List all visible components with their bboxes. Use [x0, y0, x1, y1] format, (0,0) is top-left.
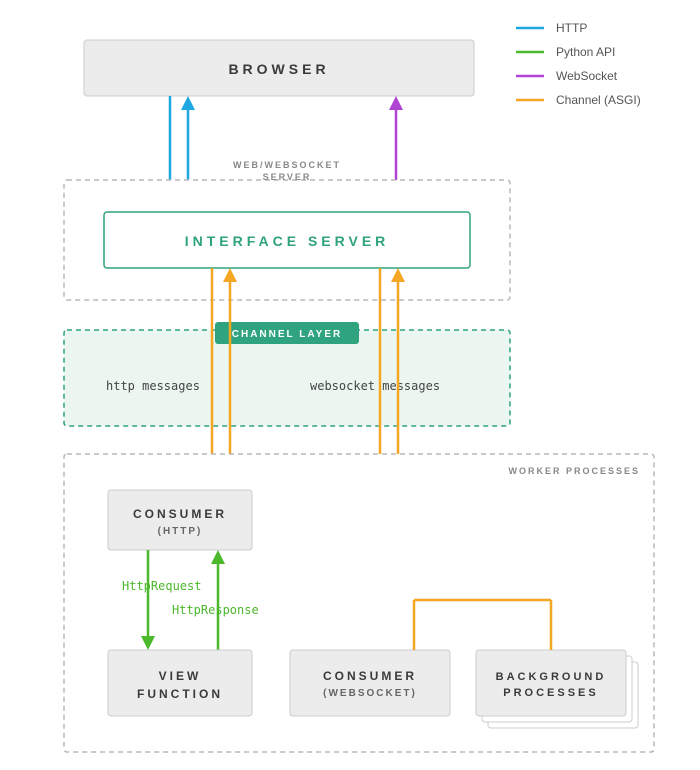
webserver-section-label-2: SERVER: [263, 172, 312, 182]
websocket-messages-label: websocket messages: [310, 379, 440, 393]
background-label-2: PROCESSES: [503, 687, 598, 699]
legend-websocket-label: WebSocket: [556, 69, 618, 83]
consumer-ws-sub: (WEBSOCKET): [323, 688, 417, 699]
consumer-http-sub: (HTTP): [158, 526, 203, 537]
background-box: [476, 650, 626, 716]
consumer-ws-title: CONSUMER: [323, 669, 417, 683]
legend: HTTP Python API WebSocket Channel (ASGI): [516, 21, 641, 107]
legend-channel-label: Channel (ASGI): [556, 93, 641, 107]
http-request-label: HttpRequest: [122, 579, 201, 593]
view-function-label-1: VIEW: [159, 669, 202, 683]
legend-http-label: HTTP: [556, 21, 587, 35]
consumer-ws-box: [290, 650, 450, 716]
consumer-http-title: CONSUMER: [133, 507, 227, 521]
http-response-label: HttpResponse: [172, 603, 259, 617]
view-function-box: [108, 650, 252, 716]
view-function-label-2: FUNCTION: [137, 687, 223, 701]
interface-server-label: INTERFACE SERVER: [185, 233, 390, 249]
webserver-section-label-1: WEB/WEBSOCKET: [233, 160, 341, 170]
architecture-diagram: HTTP Python API WebSocket Channel (ASGI)…: [0, 0, 700, 770]
browser-label: BROWSER: [228, 61, 329, 77]
worker-processes-label: WORKER PROCESSES: [508, 466, 640, 476]
background-label-1: BACKGROUND: [496, 671, 607, 683]
channel-layer-tag-label: CHANNEL LAYER: [232, 329, 342, 340]
channel-layer-box: [64, 330, 510, 426]
http-messages-label: http messages: [106, 379, 200, 393]
legend-python-api-label: Python API: [556, 45, 615, 59]
